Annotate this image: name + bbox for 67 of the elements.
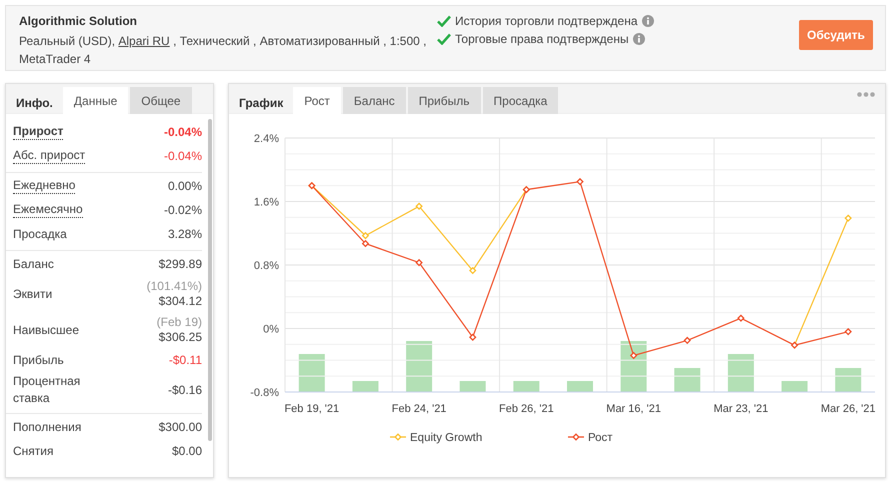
stat-value: 0.00% xyxy=(168,178,202,194)
tab[interactable]: Баланс xyxy=(342,87,406,114)
data-point xyxy=(684,336,691,344)
data-point xyxy=(844,328,852,336)
stat-label: Прирост xyxy=(13,124,64,140)
stat-value: -0.04% xyxy=(164,124,202,140)
more-icon[interactable] xyxy=(857,92,875,97)
stat-value: $306.25 xyxy=(158,330,202,345)
stat-label: Прибыль xyxy=(13,352,64,368)
stat-label: Абс. прирост xyxy=(13,148,86,164)
verification-text: Торговые права подтверждены xyxy=(455,31,629,48)
axis-label: 1.6% xyxy=(254,196,279,208)
axis-label: Feb 19, '21 xyxy=(284,403,340,415)
axis-label: 2.4% xyxy=(254,133,279,145)
stat-value: -$0.16 xyxy=(168,382,202,398)
stat-value: -0.04% xyxy=(164,148,202,164)
stat-value: -$0.11 xyxy=(168,352,202,368)
axis-label: Feb 24, '21 xyxy=(392,403,446,415)
data-point xyxy=(469,266,476,274)
panel-title: График xyxy=(238,95,284,112)
tab[interactable]: Данные xyxy=(62,87,128,114)
stat-label: Пополнения xyxy=(13,420,82,434)
stat-value: $299.89 xyxy=(158,256,202,272)
stat-label: Просадка xyxy=(13,226,67,242)
stat-value: $304.12 xyxy=(158,294,202,309)
axis-label: Feb 26, '21 xyxy=(499,403,554,415)
legend-marker xyxy=(568,433,584,441)
data-point xyxy=(844,214,852,222)
tab[interactable]: Просадка xyxy=(482,87,558,114)
data-point xyxy=(469,334,476,341)
data-point xyxy=(576,178,584,186)
data-point xyxy=(737,314,745,322)
stat-value: 3.28% xyxy=(168,226,202,242)
tab[interactable]: Рост xyxy=(293,87,341,114)
stat-note: (Feb 19) xyxy=(156,315,202,330)
axis-label: -0.8% xyxy=(250,387,279,399)
broker-link[interactable]: Alpari RU xyxy=(118,34,170,48)
account-details: Реальный (USD), Alpari RU , Технический , Автоматизированный , 1:500 , MetaTrader 4 xyxy=(19,33,428,68)
info-icon[interactable] xyxy=(642,15,654,27)
stat-label: Эквити xyxy=(13,286,52,302)
data-point xyxy=(415,202,423,210)
legend-marker xyxy=(390,433,406,441)
tab[interactable]: Прибыль xyxy=(408,87,481,114)
stat-label: Процентная ставка xyxy=(13,373,82,407)
data-point xyxy=(415,258,423,266)
stat-label: Баланс xyxy=(13,256,54,272)
info-icon[interactable] xyxy=(632,33,645,45)
account-title: Algorithmic Solution xyxy=(19,13,138,30)
stat-note: (101.41%) xyxy=(146,279,202,294)
axis-label: Mar 26, '21 xyxy=(820,403,876,415)
stat-value: $0.00 xyxy=(172,444,202,458)
stat-label: Ежедневно xyxy=(13,178,76,194)
axis-label: Mar 16, '21 xyxy=(606,403,661,415)
axis-label: Mar 23, '21 xyxy=(714,403,768,415)
legend-label[interactable]: Equity Growth xyxy=(410,432,482,444)
stat-value: -0.02% xyxy=(164,202,202,218)
panel-title: Инфо. xyxy=(15,95,54,112)
data-point xyxy=(630,352,638,360)
tab[interactable]: Общее xyxy=(130,87,192,114)
stat-label: Снятия xyxy=(13,444,54,458)
legend-label[interactable]: Рост xyxy=(588,432,613,444)
axis-label: 0.8% xyxy=(254,260,279,272)
verification-text: История торговли подтверждена xyxy=(455,13,638,30)
stat-label: Ежемесячно xyxy=(13,202,83,218)
stat-label: Наивысшее xyxy=(13,322,80,338)
axis-label: 0% xyxy=(263,324,279,336)
stat-value: $300.00 xyxy=(158,420,202,434)
